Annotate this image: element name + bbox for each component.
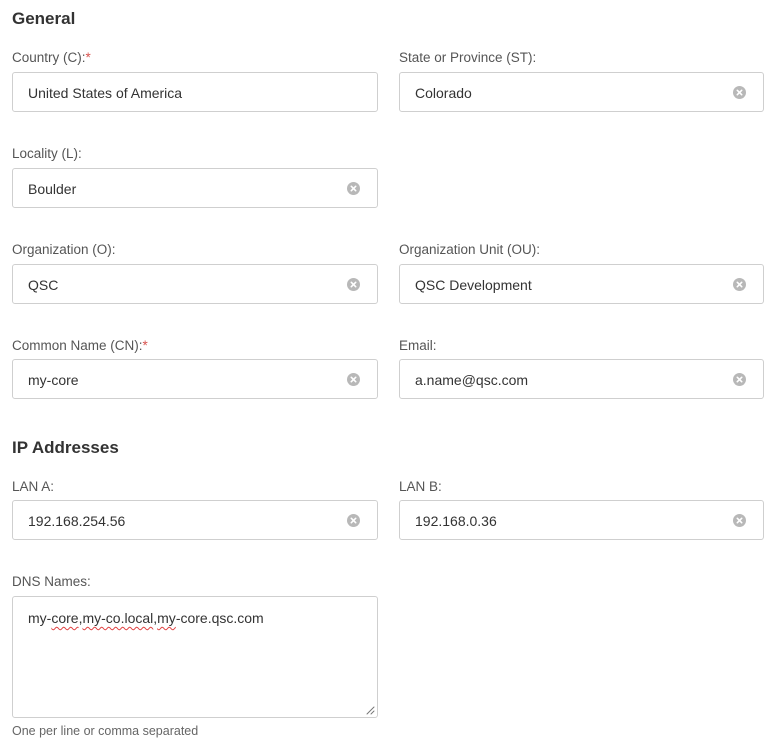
clear-icon[interactable] — [733, 278, 746, 291]
clear-icon[interactable] — [347, 514, 360, 527]
lan-a-label: LAN A: — [12, 479, 55, 494]
common-name-input[interactable]: my-core — [12, 359, 378, 399]
common-name-label-text: Common Name (CN): — [12, 338, 143, 353]
organization-input[interactable]: QSC — [12, 264, 378, 304]
dns-text-segment-misspelled: core — [51, 610, 79, 626]
lan-b-input[interactable]: 192.168.0.36 — [399, 500, 764, 540]
clear-icon[interactable] — [347, 278, 360, 291]
dns-text-segment: my- — [28, 610, 52, 626]
org-unit-value: QSC Development — [415, 277, 532, 293]
required-marker: * — [142, 338, 148, 353]
locality-input[interactable]: Boulder — [12, 168, 378, 208]
email-label: Email: — [399, 338, 437, 353]
org-unit-input[interactable]: QSC Development — [399, 264, 764, 304]
common-name-value: my-core — [28, 372, 79, 388]
dns-text-segment-misspelled: my-co.local — [82, 610, 154, 626]
organization-value: QSC — [28, 277, 59, 293]
organization-label: Organization (O): — [12, 242, 116, 257]
lan-a-value: 192.168.254.56 — [28, 513, 126, 529]
country-label: Country (C):* — [12, 50, 91, 66]
country-label-text: Country (C): — [12, 50, 86, 65]
ip-addresses-section-title: IP Addresses — [12, 438, 119, 457]
clear-icon[interactable] — [733, 373, 746, 386]
state-value: Colorado — [415, 85, 472, 101]
dns-text-segment: -core.qsc.com — [175, 610, 264, 626]
email-value: a.name@qsc.com — [415, 372, 529, 388]
clear-icon[interactable] — [347, 373, 360, 386]
country-select[interactable]: United States of America — [12, 72, 378, 112]
clear-icon[interactable] — [347, 182, 360, 195]
common-name-label: Common Name (CN):* — [12, 338, 148, 354]
lan-b-value: 192.168.0.36 — [415, 513, 497, 529]
lan-b-label: LAN B: — [399, 479, 442, 494]
email-input[interactable]: a.name@qsc.com — [399, 359, 764, 399]
locality-label: Locality (L): — [12, 146, 82, 161]
locality-value: Boulder — [28, 181, 77, 197]
dns-names-value: my-core,my-co.local,my-core.qsc.com — [28, 609, 264, 627]
clear-icon[interactable] — [733, 514, 746, 527]
org-unit-label: Organization Unit (OU): — [399, 242, 541, 257]
lan-a-input[interactable]: 192.168.254.56 — [12, 500, 378, 540]
dns-text-segment-misspelled: my — [157, 610, 176, 626]
dns-names-textarea[interactable]: my-core,my-co.local,my-core.qsc.com — [12, 596, 378, 718]
required-marker: * — [85, 50, 91, 65]
general-section-title: General — [12, 9, 76, 28]
state-label: State or Province (ST): — [399, 50, 537, 65]
dns-names-label: DNS Names: — [12, 574, 91, 589]
dns-helper-text: One per line or comma separated — [12, 724, 199, 738]
country-value: United States of America — [28, 85, 183, 101]
resize-handle-icon[interactable] — [365, 705, 375, 715]
clear-icon[interactable] — [733, 86, 746, 99]
state-input[interactable]: Colorado — [399, 72, 764, 112]
